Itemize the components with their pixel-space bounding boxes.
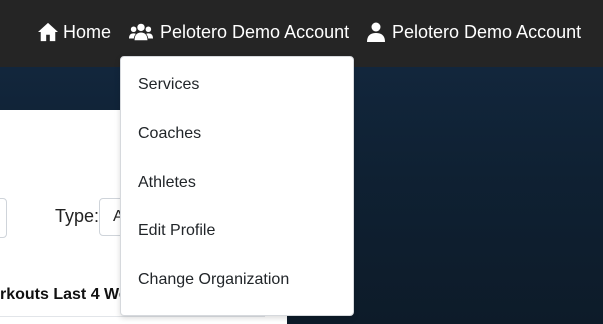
user-icon	[367, 22, 385, 42]
users-icon	[129, 23, 153, 41]
menu-item-athletes[interactable]: Athletes	[121, 160, 353, 209]
nav-home-link[interactable]: Home	[37, 20, 111, 44]
nav-organization-dropdown-toggle[interactable]: Pelotero Demo Account	[129, 20, 349, 44]
menu-item-services[interactable]: Services	[121, 62, 353, 111]
menu-item-coaches[interactable]: Coaches	[121, 111, 353, 160]
nav-user-label: Pelotero Demo Account	[392, 21, 582, 42]
nav-home-label: Home	[63, 21, 112, 42]
home-icon	[38, 22, 58, 42]
workouts-section-title: rkouts Last 4 We	[0, 286, 128, 303]
type-filter-label: Type:	[55, 206, 100, 226]
menu-item-change-organization[interactable]: Change Organization	[121, 257, 353, 306]
divider	[0, 316, 265, 317]
nav-user-account-link[interactable]: Pelotero Demo Account	[367, 20, 581, 44]
nav-organization-label: Pelotero Demo Account	[160, 21, 350, 42]
menu-item-edit-profile[interactable]: Edit Profile	[121, 208, 353, 257]
organization-dropdown-menu: Services Coaches Athletes Edit Profile C…	[120, 56, 354, 316]
filter-input[interactable]	[0, 198, 7, 238]
